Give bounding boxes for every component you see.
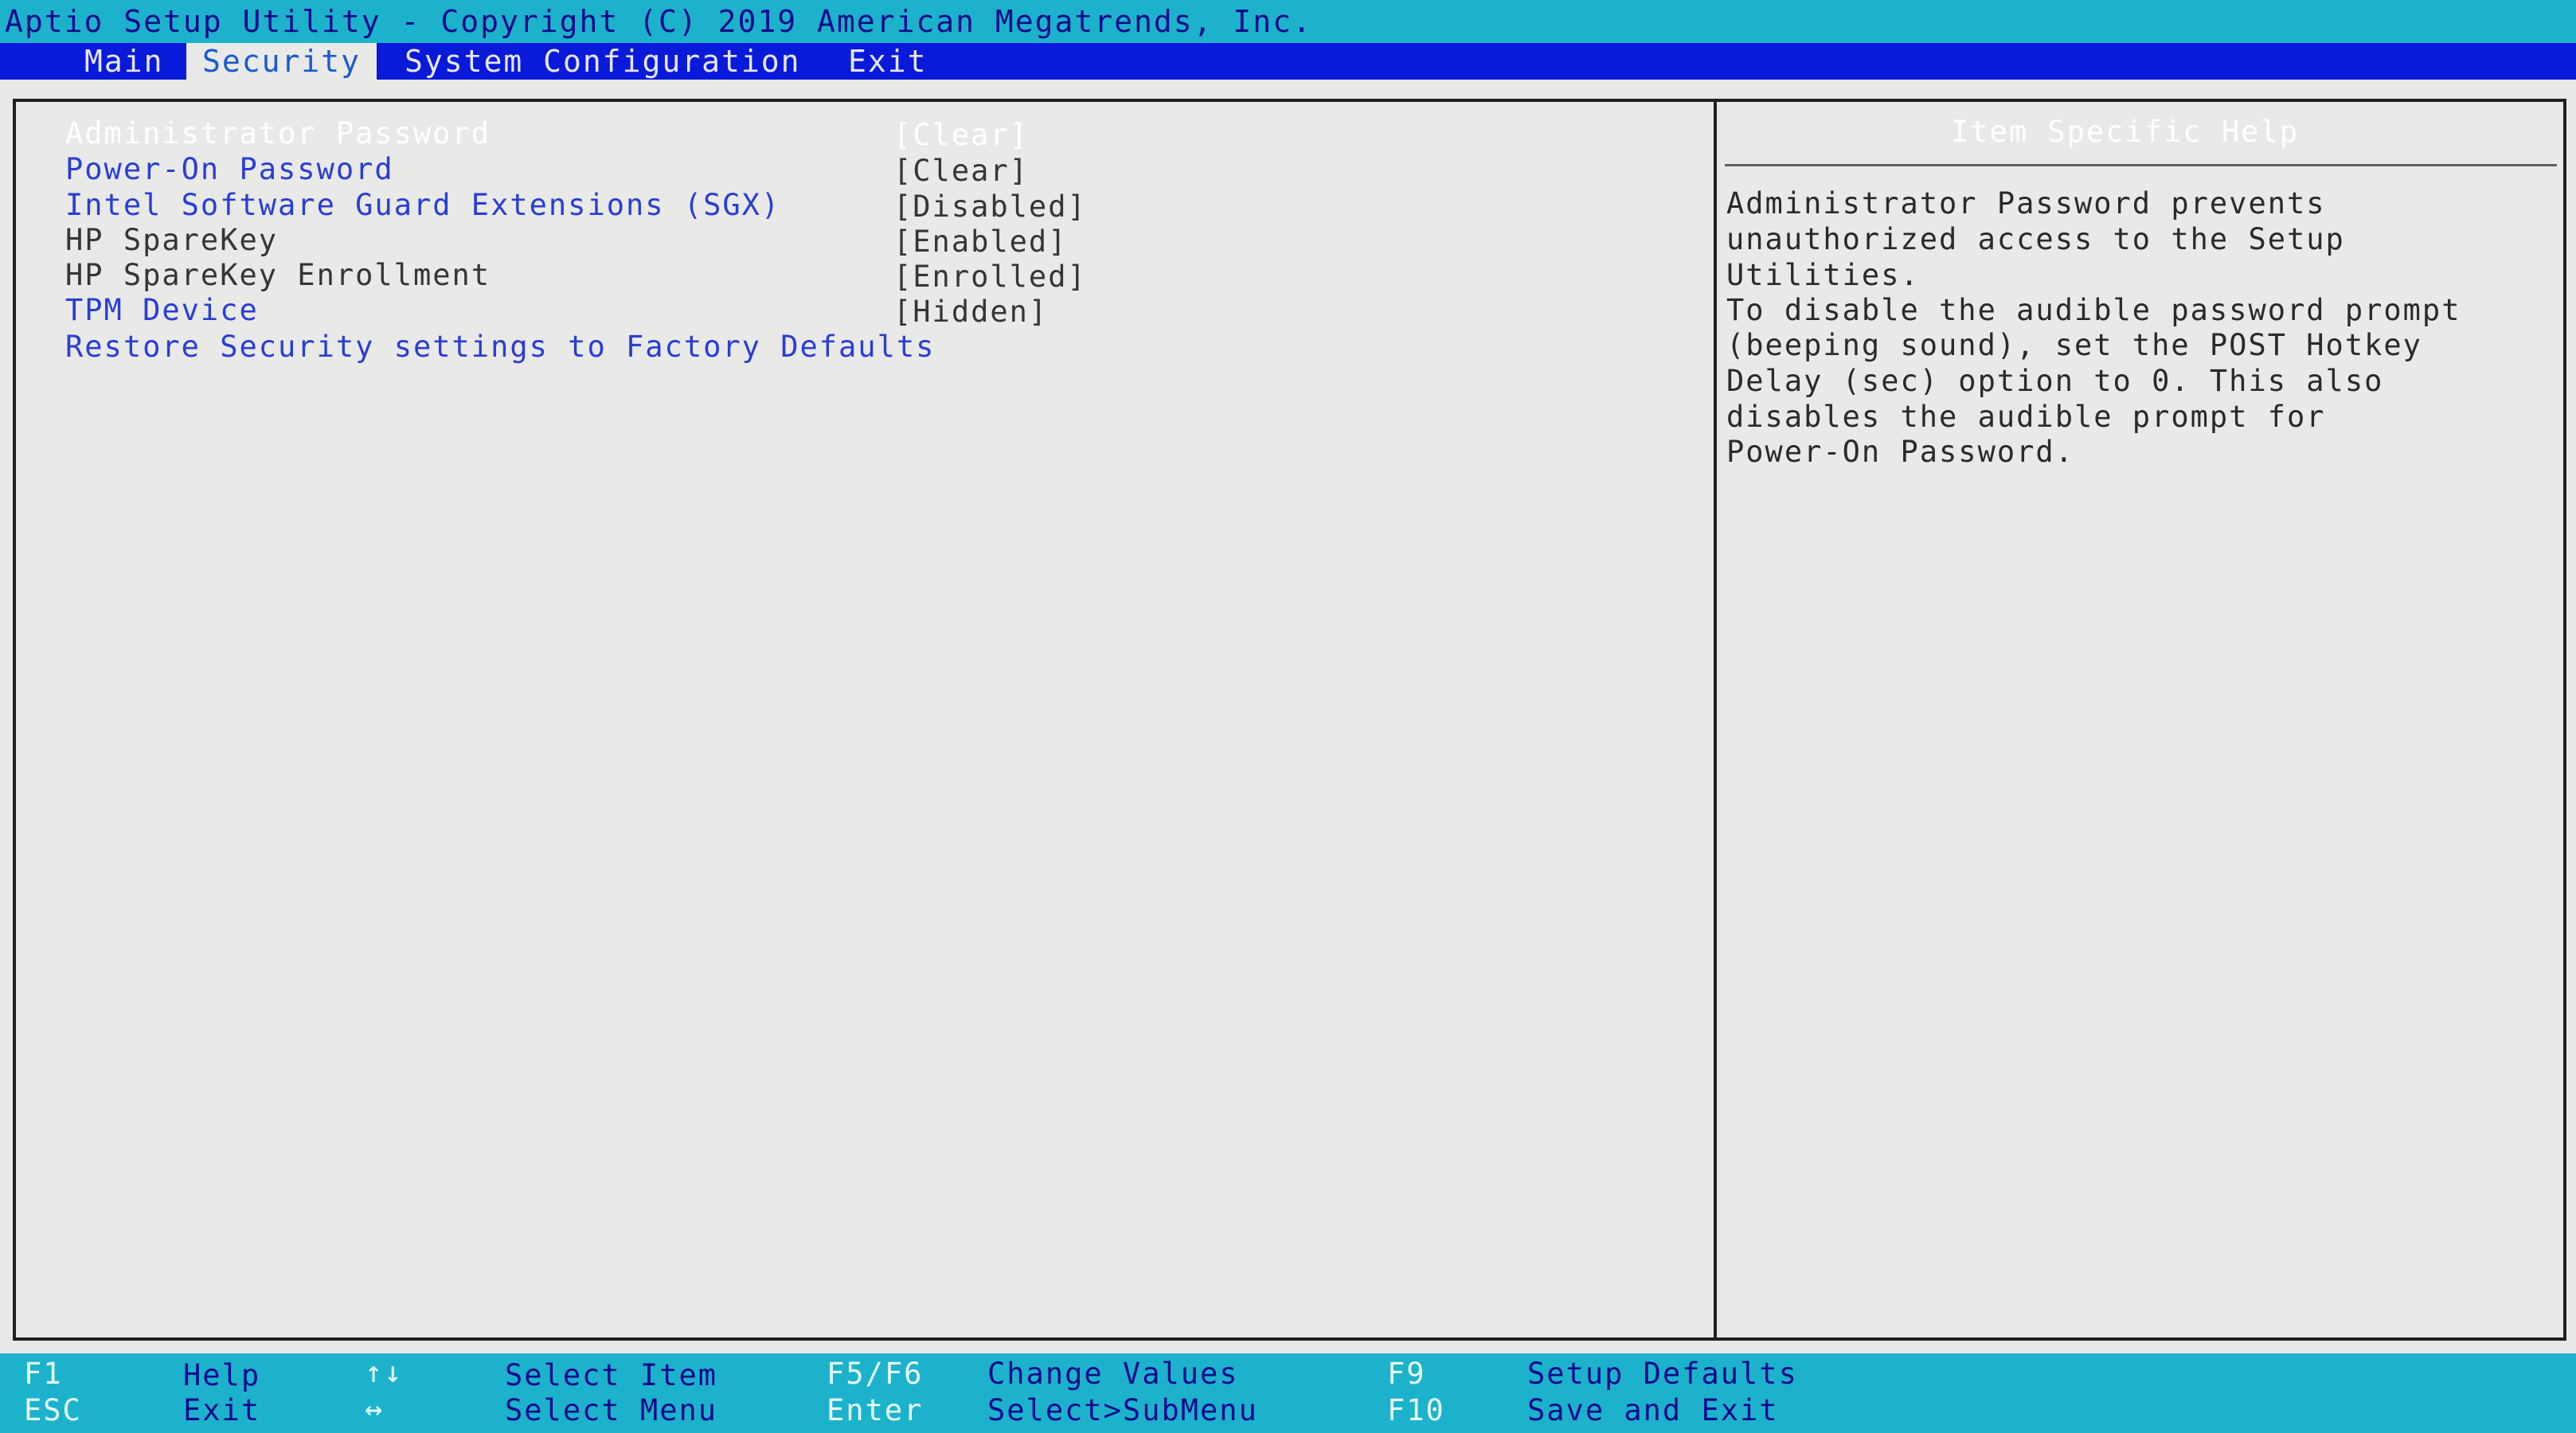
key-desc-select-submenu: Select>SubMenu [987, 1393, 1258, 1427]
help-text-line: Utilities. [1726, 258, 1920, 292]
key-f10: F10 [1387, 1393, 1445, 1427]
content-area: Administrator Password [Clear] Power-On … [0, 80, 2576, 1353]
value-hp-sparekey-enrollment: [Enrolled] [893, 260, 1087, 294]
help-text-line: To disable the audible password prompt [1726, 293, 2461, 327]
key-desc-select-menu: Select Menu [505, 1393, 718, 1427]
key-legend-bar: F1 Help ↑↓ Select Item F5/F6 Change Valu… [0, 1353, 2576, 1433]
key-f1: F1 [24, 1357, 63, 1391]
tab-exit[interactable]: Exit [832, 43, 944, 80]
setting-restore-security-defaults[interactable]: Restore Security settings to Factory Def… [65, 330, 935, 365]
setting-power-on-password[interactable]: Power-On Password [65, 152, 394, 187]
key-desc-help: Help [183, 1358, 261, 1392]
key-f5-f6: F5/F6 [827, 1357, 924, 1391]
key-esc: ESC [24, 1393, 82, 1427]
help-text-line: disables the audible prompt for [1726, 400, 2326, 434]
help-title: Item Specific Help [1951, 115, 2299, 149]
key-desc-exit: Exit [183, 1393, 261, 1427]
key-desc-select-item: Select Item [505, 1358, 718, 1392]
help-text-line: Power-On Password. [1726, 435, 2074, 469]
left-right-arrows-icon: ↔ [365, 1392, 385, 1426]
key-desc-save-and-exit: Save and Exit [1527, 1393, 1779, 1427]
setting-tpm-device[interactable]: TPM Device [65, 293, 259, 328]
setting-intel-sgx[interactable]: Intel Software Guard Extensions (SGX) [65, 188, 780, 223]
help-divider [1725, 164, 2557, 166]
setting-administrator-password[interactable]: Administrator Password [65, 116, 491, 151]
app-title: Aptio Setup Utility - Copyright (C) 2019… [5, 4, 1312, 39]
menu-bar: Main Security System Configuration Exit [0, 43, 2576, 80]
value-administrator-password[interactable]: [Clear] [893, 118, 1029, 153]
key-desc-change-values: Change Values [987, 1357, 1239, 1391]
value-tpm-device[interactable]: [Hidden] [893, 295, 1048, 330]
tab-main[interactable]: Main [68, 43, 180, 80]
value-intel-sgx[interactable]: [Disabled] [893, 189, 1087, 225]
panel-divider [1714, 99, 1717, 1341]
setting-hp-sparekey-enrollment: HP SpareKey Enrollment [65, 258, 491, 292]
title-bar: Aptio Setup Utility - Copyright (C) 2019… [0, 0, 2576, 43]
help-text-line: Delay (sec) option to 0. This also [1726, 364, 2384, 398]
tab-system-configuration[interactable]: System Configuration [389, 43, 817, 80]
key-f9: F9 [1387, 1357, 1426, 1391]
key-enter: Enter [827, 1393, 924, 1427]
tab-security[interactable]: Security [186, 43, 377, 80]
key-desc-setup-defaults: Setup Defaults [1527, 1357, 1798, 1391]
value-power-on-password[interactable]: [Clear] [893, 154, 1029, 189]
up-down-arrows-icon: ↑↓ [365, 1355, 404, 1389]
help-text-line: Administrator Password prevents [1726, 186, 2326, 221]
setting-hp-sparekey: HP SpareKey [65, 223, 279, 257]
help-text-line: unauthorized access to the Setup [1726, 222, 2345, 256]
value-hp-sparekey: [Enabled] [893, 225, 1068, 259]
help-text-line: (beeping sound), set the POST Hotkey [1726, 328, 2422, 362]
